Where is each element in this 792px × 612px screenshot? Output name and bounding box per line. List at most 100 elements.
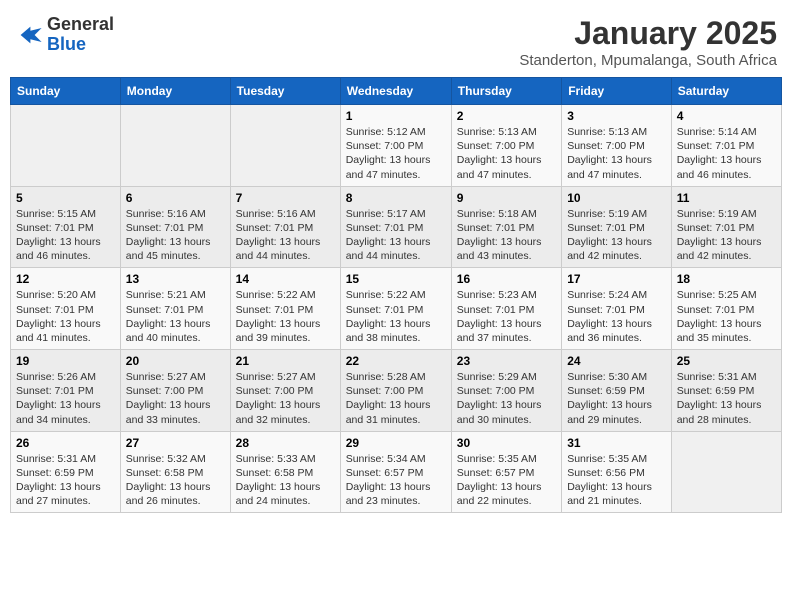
calendar-table: SundayMondayTuesdayWednesdayThursdayFrid… <box>10 77 782 513</box>
day-info: Sunrise: 5:25 AM Sunset: 7:01 PM Dayligh… <box>677 288 776 345</box>
calendar-cell: 30 Sunrise: 5:35 AM Sunset: 6:57 PM Dayli… <box>451 431 561 513</box>
day-info: Sunrise: 5:16 AM Sunset: 7:01 PM Dayligh… <box>126 207 225 264</box>
day-number: 14 <box>236 272 335 286</box>
day-number: 15 <box>346 272 446 286</box>
logo: General Blue <box>15 15 114 55</box>
day-number: 5 <box>16 191 115 205</box>
calendar-week-4: 19Sunrise: 5:26 AM Sunset: 7:01 PM Dayli… <box>11 350 782 432</box>
day-number: 22 <box>346 354 446 368</box>
day-number: 2 <box>457 109 556 123</box>
calendar-cell <box>11 105 121 187</box>
calendar-cell: 10Sunrise: 5:19 AM Sunset: 7:01 PM Dayli… <box>562 186 672 268</box>
calendar-cell: 12Sunrise: 5:20 AM Sunset: 7:01 PM Dayli… <box>11 268 121 350</box>
day-number: 28 <box>236 436 335 450</box>
calendar-cell: 1 Sunrise: 5:12 AM Sunset: 7:00 PM Daylig… <box>340 105 451 187</box>
calendar-week-5: 26 Sunrise: 5:31 AM Sunset: 6:59 PM Dayli… <box>11 431 782 513</box>
calendar-cell: 18 Sunrise: 5:25 AM Sunset: 7:01 PM Dayli… <box>671 268 781 350</box>
calendar-cell: 5 Sunrise: 5:15 AM Sunset: 7:01 PM Daylig… <box>11 186 121 268</box>
day-number: 27 <box>126 436 225 450</box>
day-number: 7 <box>236 191 335 205</box>
calendar-cell: 6 Sunrise: 5:16 AM Sunset: 7:01 PM Daylig… <box>120 186 230 268</box>
day-number: 19 <box>16 354 115 368</box>
calendar-week-2: 5 Sunrise: 5:15 AM Sunset: 7:01 PM Daylig… <box>11 186 782 268</box>
calendar-week-3: 12Sunrise: 5:20 AM Sunset: 7:01 PM Dayli… <box>11 268 782 350</box>
day-info: Sunrise: 5:17 AM Sunset: 7:01 PM Dayligh… <box>346 207 446 264</box>
day-number: 31 <box>567 436 666 450</box>
day-info: Sunrise: 5:28 AM Sunset: 7:00 PM Dayligh… <box>346 370 446 427</box>
day-number: 4 <box>677 109 776 123</box>
day-info: Sunrise: 5:12 AM Sunset: 7:00 PM Dayligh… <box>346 125 446 182</box>
day-info: Sunrise: 5:24 AM Sunset: 7:01 PM Dayligh… <box>567 288 666 345</box>
calendar-cell: 2 Sunrise: 5:13 AM Sunset: 7:00 PM Daylig… <box>451 105 561 187</box>
calendar-cell: 16Sunrise: 5:23 AM Sunset: 7:01 PM Dayli… <box>451 268 561 350</box>
day-number: 24 <box>567 354 666 368</box>
day-info: Sunrise: 5:34 AM Sunset: 6:57 PM Dayligh… <box>346 452 446 509</box>
day-number: 13 <box>126 272 225 286</box>
calendar-cell: 29 Sunrise: 5:34 AM Sunset: 6:57 PM Dayli… <box>340 431 451 513</box>
weekday-header-wednesday: Wednesday <box>340 78 451 105</box>
calendar-cell <box>120 105 230 187</box>
day-info: Sunrise: 5:16 AM Sunset: 7:01 PM Dayligh… <box>236 207 335 264</box>
day-info: Sunrise: 5:32 AM Sunset: 6:58 PM Dayligh… <box>126 452 225 509</box>
day-number: 3 <box>567 109 666 123</box>
day-info: Sunrise: 5:15 AM Sunset: 7:01 PM Dayligh… <box>16 207 115 264</box>
location-subtitle: Standerton, Mpumalanga, South Africa <box>519 52 777 69</box>
logo-general: General <box>47 14 114 34</box>
calendar-cell: 17 Sunrise: 5:24 AM Sunset: 7:01 PM Dayli… <box>562 268 672 350</box>
day-info: Sunrise: 5:19 AM Sunset: 7:01 PM Dayligh… <box>567 207 666 264</box>
logo-text: General Blue <box>47 15 114 55</box>
calendar-cell: 14 Sunrise: 5:22 AM Sunset: 7:01 PM Dayli… <box>230 268 340 350</box>
calendar-cell <box>230 105 340 187</box>
calendar-week-1: 1 Sunrise: 5:12 AM Sunset: 7:00 PM Daylig… <box>11 105 782 187</box>
calendar-cell: 24 Sunrise: 5:30 AM Sunset: 6:59 PM Dayli… <box>562 350 672 432</box>
day-info: Sunrise: 5:35 AM Sunset: 6:57 PM Dayligh… <box>457 452 556 509</box>
day-info: Sunrise: 5:22 AM Sunset: 7:01 PM Dayligh… <box>346 288 446 345</box>
calendar-cell: 8 Sunrise: 5:17 AM Sunset: 7:01 PM Daylig… <box>340 186 451 268</box>
day-info: Sunrise: 5:35 AM Sunset: 6:56 PM Dayligh… <box>567 452 666 509</box>
day-info: Sunrise: 5:22 AM Sunset: 7:01 PM Dayligh… <box>236 288 335 345</box>
day-info: Sunrise: 5:14 AM Sunset: 7:01 PM Dayligh… <box>677 125 776 182</box>
calendar-cell: 7 Sunrise: 5:16 AM Sunset: 7:01 PM Daylig… <box>230 186 340 268</box>
day-number: 26 <box>16 436 115 450</box>
weekday-header-friday: Friday <box>562 78 672 105</box>
calendar-cell: 23 Sunrise: 5:29 AM Sunset: 7:00 PM Dayli… <box>451 350 561 432</box>
calendar-cell: 9 Sunrise: 5:18 AM Sunset: 7:01 PM Daylig… <box>451 186 561 268</box>
weekday-header-row: SundayMondayTuesdayWednesdayThursdayFrid… <box>11 78 782 105</box>
day-number: 29 <box>346 436 446 450</box>
day-number: 21 <box>236 354 335 368</box>
day-info: Sunrise: 5:18 AM Sunset: 7:01 PM Dayligh… <box>457 207 556 264</box>
page-header: General Blue January 2025 Standerton, Mp… <box>10 10 782 69</box>
day-number: 6 <box>126 191 225 205</box>
day-number: 1 <box>346 109 446 123</box>
day-number: 18 <box>677 272 776 286</box>
day-number: 12 <box>16 272 115 286</box>
day-info: Sunrise: 5:29 AM Sunset: 7:00 PM Dayligh… <box>457 370 556 427</box>
calendar-cell: 28 Sunrise: 5:33 AM Sunset: 6:58 PM Dayli… <box>230 431 340 513</box>
calendar-cell: 25 Sunrise: 5:31 AM Sunset: 6:59 PM Dayli… <box>671 350 781 432</box>
day-info: Sunrise: 5:13 AM Sunset: 7:00 PM Dayligh… <box>457 125 556 182</box>
day-info: Sunrise: 5:33 AM Sunset: 6:58 PM Dayligh… <box>236 452 335 509</box>
month-title: January 2025 <box>519 15 777 52</box>
day-number: 30 <box>457 436 556 450</box>
day-number: 9 <box>457 191 556 205</box>
day-info: Sunrise: 5:27 AM Sunset: 7:00 PM Dayligh… <box>126 370 225 427</box>
calendar-cell: 22 Sunrise: 5:28 AM Sunset: 7:00 PM Dayli… <box>340 350 451 432</box>
calendar-cell: 3Sunrise: 5:13 AM Sunset: 7:00 PM Daylig… <box>562 105 672 187</box>
weekday-header-sunday: Sunday <box>11 78 121 105</box>
calendar-cell: 31 Sunrise: 5:35 AM Sunset: 6:56 PM Dayli… <box>562 431 672 513</box>
title-block: January 2025 Standerton, Mpumalanga, Sou… <box>519 15 777 69</box>
day-number: 17 <box>567 272 666 286</box>
day-number: 25 <box>677 354 776 368</box>
calendar-cell: 19Sunrise: 5:26 AM Sunset: 7:01 PM Dayli… <box>11 350 121 432</box>
day-number: 20 <box>126 354 225 368</box>
day-info: Sunrise: 5:31 AM Sunset: 6:59 PM Dayligh… <box>16 452 115 509</box>
day-info: Sunrise: 5:30 AM Sunset: 6:59 PM Dayligh… <box>567 370 666 427</box>
day-number: 8 <box>346 191 446 205</box>
calendar-cell: 20 Sunrise: 5:27 AM Sunset: 7:00 PM Dayli… <box>120 350 230 432</box>
calendar-cell: 27 Sunrise: 5:32 AM Sunset: 6:58 PM Dayli… <box>120 431 230 513</box>
day-info: Sunrise: 5:31 AM Sunset: 6:59 PM Dayligh… <box>677 370 776 427</box>
calendar-cell <box>671 431 781 513</box>
weekday-header-tuesday: Tuesday <box>230 78 340 105</box>
day-number: 23 <box>457 354 556 368</box>
logo-blue: Blue <box>47 34 86 54</box>
